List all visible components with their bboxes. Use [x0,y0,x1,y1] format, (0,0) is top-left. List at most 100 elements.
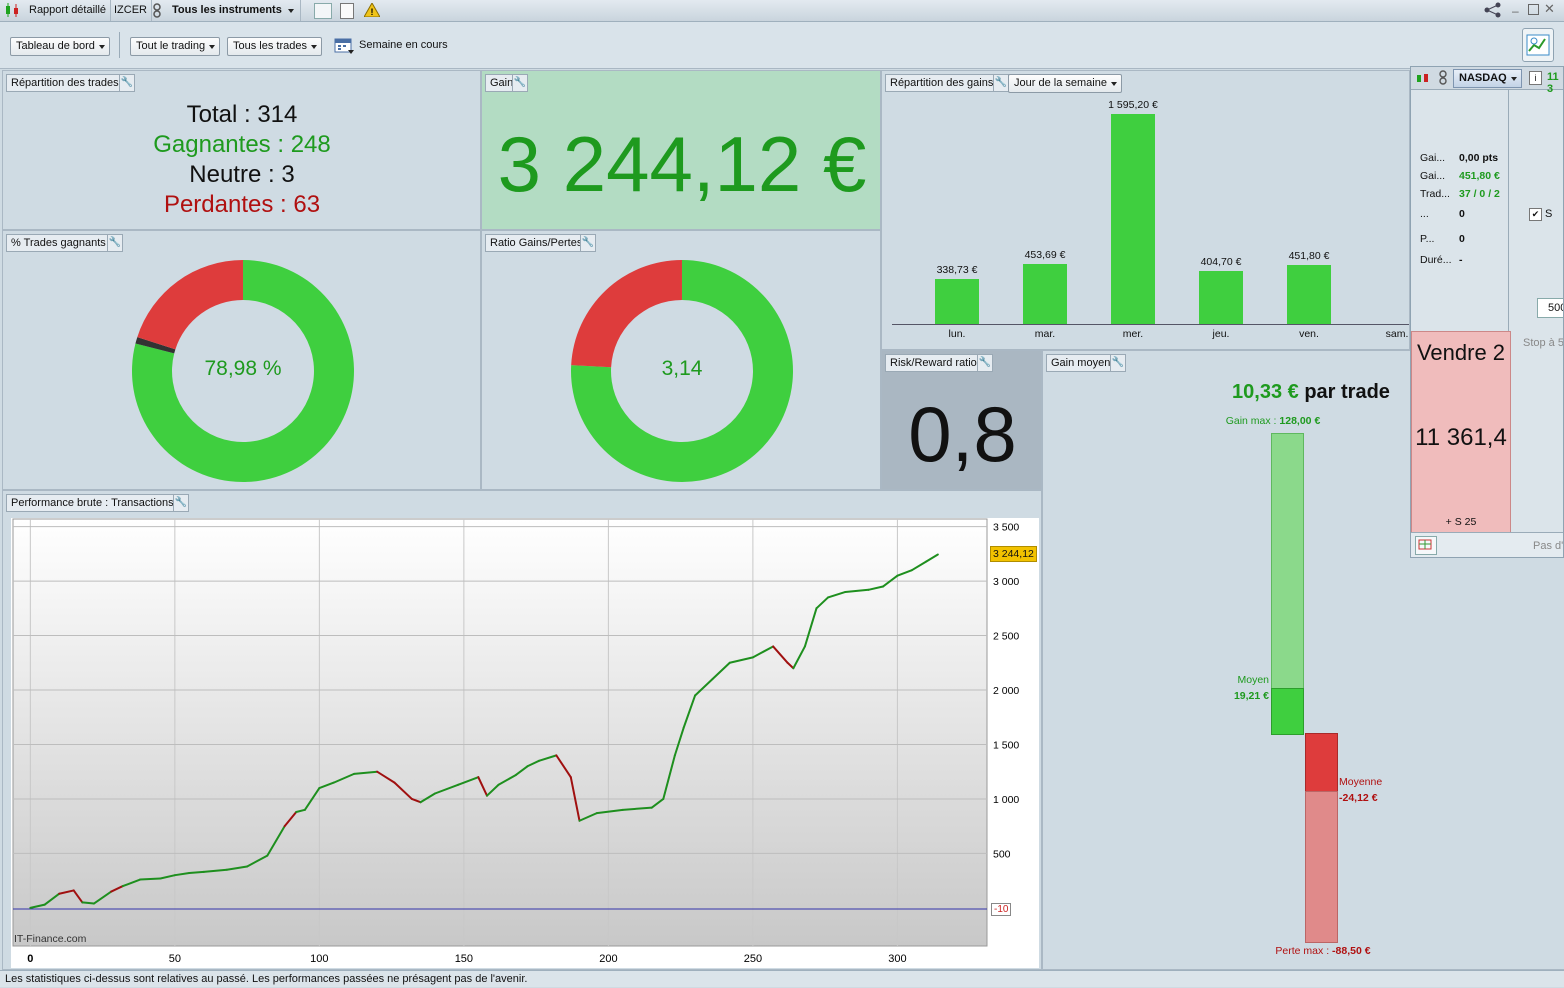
order-row-value: 451,80 € [1459,170,1500,182]
risk-reward-value: 0,8 [908,390,1017,478]
maximize-icon[interactable] [1528,4,1539,15]
wrench-icon[interactable]: 🔧 [1110,354,1126,372]
wrench-icon[interactable]: 🔧 [119,74,135,92]
copy-icon[interactable] [340,3,354,19]
wrench-icon[interactable]: 🔧 [977,354,993,372]
plot-area [12,518,988,947]
price-peek: 11 3 [1547,71,1559,95]
bar-value-label: 451,80 € [1288,249,1330,262]
equity-segment [81,901,95,905]
order-row-label: ... [1420,208,1429,220]
total-value: 314 [257,101,298,128]
moyen-value: 19,21 € [1233,690,1269,702]
candlestick-icon [4,3,22,17]
order-row-label: Trad... [1420,188,1450,200]
gain-value: 3 244,12 € [497,120,867,208]
baseline-tag: -10 [991,903,1012,916]
average-headline-value: 10,33 € [1232,381,1299,403]
total-label: Total [186,101,238,128]
warning-icon[interactable]: ! [363,1,381,20]
gain-panel: Gain 🔧 3 244,12 € [481,70,881,230]
toolbar: Tableau de bord Tout le trading Tous les… [0,22,1564,69]
sell-sub: + S 25 [1445,516,1477,528]
loss-average-bar [1305,733,1338,793]
instruments-dropdown[interactable]: Tous les instruments [168,0,301,21]
bar-0 [935,279,979,324]
chevron-down-icon [1510,77,1517,81]
wrench-icon[interactable]: 🔧 [512,74,528,92]
y-tick-label: 3 500 [993,522,1019,534]
risk-reward-title: Risk/Reward ratio [885,354,982,372]
x-tick-label: 150 [455,953,473,965]
bar-category-label: sam. [1385,328,1409,340]
bar-value-label: 1 595,20 € [1108,99,1158,111]
perte-max-text: Perte max : [1275,945,1330,957]
order-row-value: 0 [1459,208,1465,220]
order-row-value: 0 [1459,233,1465,245]
checkbox[interactable]: ✔ [1529,208,1542,221]
gain-range-bar [1271,433,1304,690]
dashboard-dropdown[interactable]: Tableau de bord [10,37,110,56]
minimize-icon[interactable]: – [1512,4,1519,18]
loss-range-bar [1305,791,1338,943]
chart-icon[interactable] [314,3,332,19]
trading-filter-dropdown[interactable]: Tout le trading [130,37,221,56]
win-rate-value: 78,98 % [204,357,282,380]
info-icon[interactable]: i [1529,71,1542,85]
moyenne-label: Moyenne [1339,776,1383,788]
instrument-label: NASDAQ [1459,72,1507,84]
bar-value-label: 404,70 € [1200,255,1242,268]
x-tick-label: 200 [599,953,617,965]
bar-category-label: ven. [1299,328,1319,340]
trades-filter-dropdown[interactable]: Tous les trades [227,37,322,56]
winners-row: Gagnantes : 248 [153,131,331,158]
share-icon[interactable] [1484,2,1502,21]
perte-max-value: -88,50 € [1332,945,1371,957]
donut-loss-segment [137,260,243,350]
total-row: Total : 314 [186,101,298,128]
performance-panel: Performance brute : Transactions 🔧 0 50 10… [2,490,1042,970]
grid-icon[interactable] [1415,536,1437,555]
instruments-label: Tous les instruments [172,4,282,16]
order-row-label: Gai... [1420,152,1446,164]
wrench-icon[interactable]: 🔧 [107,234,123,252]
link-icon[interactable] [152,3,162,18]
order-row-label: P... [1420,233,1435,245]
gain-max-value: 128,00 € [1279,415,1321,427]
y-tick-label: 500 [993,848,1011,860]
sell-button[interactable]: Vendre 2 11 361,4 + S 25 [1411,331,1511,533]
trade-distribution-title: Répartition des trades [6,74,124,92]
instrument-dropdown[interactable]: NASDAQ [1453,69,1522,88]
last-value-tag: 3 244,12 [990,546,1037,562]
stop-label[interactable]: Stop à 5 [1523,337,1563,349]
order-row-label: Duré... [1420,254,1452,266]
period-label[interactable]: Semaine en cours [359,39,448,51]
gain-max-text: Gain max : [1225,415,1277,427]
sell-title: Vendre 2 [1416,340,1506,365]
winners-value: 248 [290,131,331,158]
link-icon[interactable] [1439,70,1448,85]
losers-row: Perdantes : 63 [163,191,321,218]
chevron-down-icon [287,9,294,13]
bar-axis-line [892,324,1409,325]
quantity-field[interactable]: 500 [1537,298,1563,318]
dashboard-settings-icon[interactable] [1522,28,1554,62]
candlestick-icon[interactable] [1415,71,1431,88]
losers-value: 63 [293,191,321,218]
neutral-value: 3 [281,161,295,188]
close-icon[interactable]: ✕ [1544,1,1555,17]
report-tab[interactable]: Rapport détaillé [25,0,112,21]
losers-label: Perdantes [163,191,274,218]
bar-category-label: lun. [948,328,966,340]
wrench-icon[interactable]: 🔧 [580,234,596,252]
moyen-label: Moyen [1237,674,1269,686]
x-tick-label: 50 [169,953,181,965]
account-label[interactable]: IZCER [110,0,152,21]
pas-label: Pas d' [1533,540,1564,552]
order-row-value: 0,00 pts [1459,152,1499,164]
title-bar: Rapport détaillé IZCER Tous les instrume… [0,0,1564,22]
y-tick-label: 2 500 [993,631,1019,643]
checkbox-label: S [1545,208,1553,220]
calendar-icon[interactable] [334,36,354,57]
toolbar-divider [119,32,120,58]
